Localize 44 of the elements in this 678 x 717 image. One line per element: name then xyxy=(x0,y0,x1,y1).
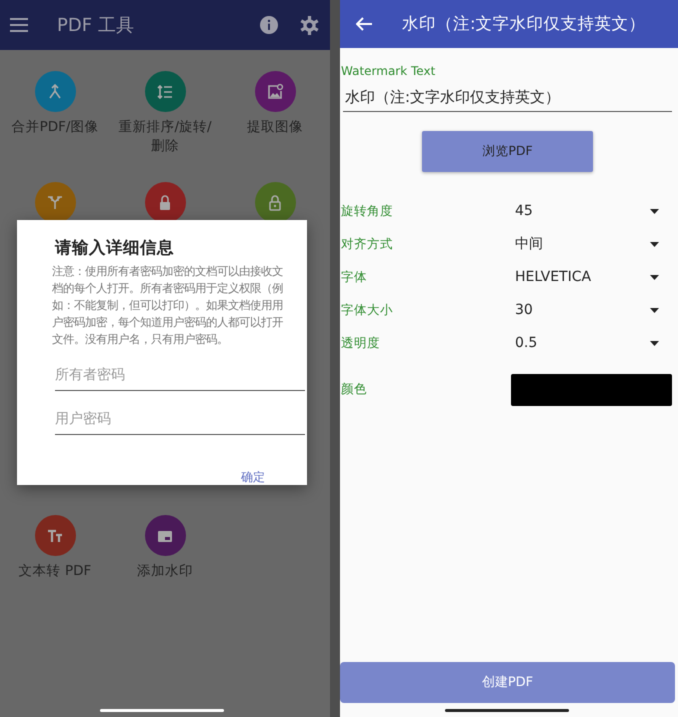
setting-label: 字体大小 xyxy=(341,300,394,319)
menu-icon[interactable] xyxy=(10,18,28,32)
password-field[interactable]: 所有者密码 xyxy=(55,360,305,391)
dropdown[interactable]: 30 xyxy=(515,300,672,320)
tool-label[interactable]: 文本转 PDF xyxy=(7,562,103,581)
dropdown-caret-icon xyxy=(650,308,659,312)
create-pdf-button[interactable]: 创建PDF xyxy=(340,662,675,703)
tool-label[interactable]: 合并PDF/图像 xyxy=(7,118,103,137)
info-icon[interactable] xyxy=(260,16,278,34)
tool-icon[interactable] xyxy=(254,71,296,112)
tool-label[interactable]: 重新排序/旋转/删除 xyxy=(117,118,213,156)
password-field[interactable]: 用户密码 xyxy=(55,404,305,435)
dropdown-caret-icon xyxy=(650,340,659,346)
back-icon[interactable] xyxy=(356,17,372,31)
tool-label[interactable]: 提取图像 xyxy=(227,118,323,137)
browse-pdf-button[interactable]: 浏览PDF xyxy=(422,130,593,172)
dropdown[interactable]: 45 xyxy=(515,200,672,222)
dropdown-caret-icon xyxy=(650,242,659,246)
dropdown-caret-icon xyxy=(650,274,659,280)
dropdown[interactable]: HELVETICA xyxy=(515,266,672,288)
tool-icon[interactable] xyxy=(144,182,186,223)
dropdown-caret-icon xyxy=(650,208,659,214)
tool-label[interactable]: 添加水印 xyxy=(117,562,213,581)
color-swatch[interactable] xyxy=(511,374,672,406)
setting-label: 透明度 xyxy=(341,334,381,352)
watermark-text-field[interactable]: 水印（注:文字水印仅支持英文） xyxy=(343,84,672,112)
tool-icon[interactable] xyxy=(34,515,76,556)
image-search-icon xyxy=(265,82,285,102)
ok-button[interactable]: 确定 xyxy=(237,464,269,490)
tool-icon[interactable] xyxy=(254,182,296,223)
field-label: Watermark Text xyxy=(341,63,436,80)
setting-label: 颜色 xyxy=(341,380,368,398)
setting-label: 字体 xyxy=(341,268,368,286)
setting-label: 旋转角度 xyxy=(341,202,394,220)
dropdown[interactable]: 0.5 xyxy=(515,332,672,354)
tool-icon[interactable] xyxy=(144,515,186,556)
app-title: 水印（注:文字水印仅支持英文） xyxy=(402,12,646,35)
dialog-message: 注意：使用所有者密码加密的文档可以由接收文档的每个人打开。所有者密码用于定义权限（例如：不能复制，但可以打印）。如果文档使用用户密码加密，每个知道用户密码的人都可以打开文件。没有用户名，只有用户密码。 xyxy=(52,264,284,348)
tool-icon[interactable] xyxy=(34,182,76,223)
setting-label: 对齐方式 xyxy=(341,234,394,253)
settings-icon[interactable] xyxy=(300,16,319,34)
app-title: PDF 工具 xyxy=(57,14,134,38)
dialog-title: 请输入详细信息 xyxy=(55,237,175,259)
dropdown[interactable]: 中间 xyxy=(515,234,672,254)
